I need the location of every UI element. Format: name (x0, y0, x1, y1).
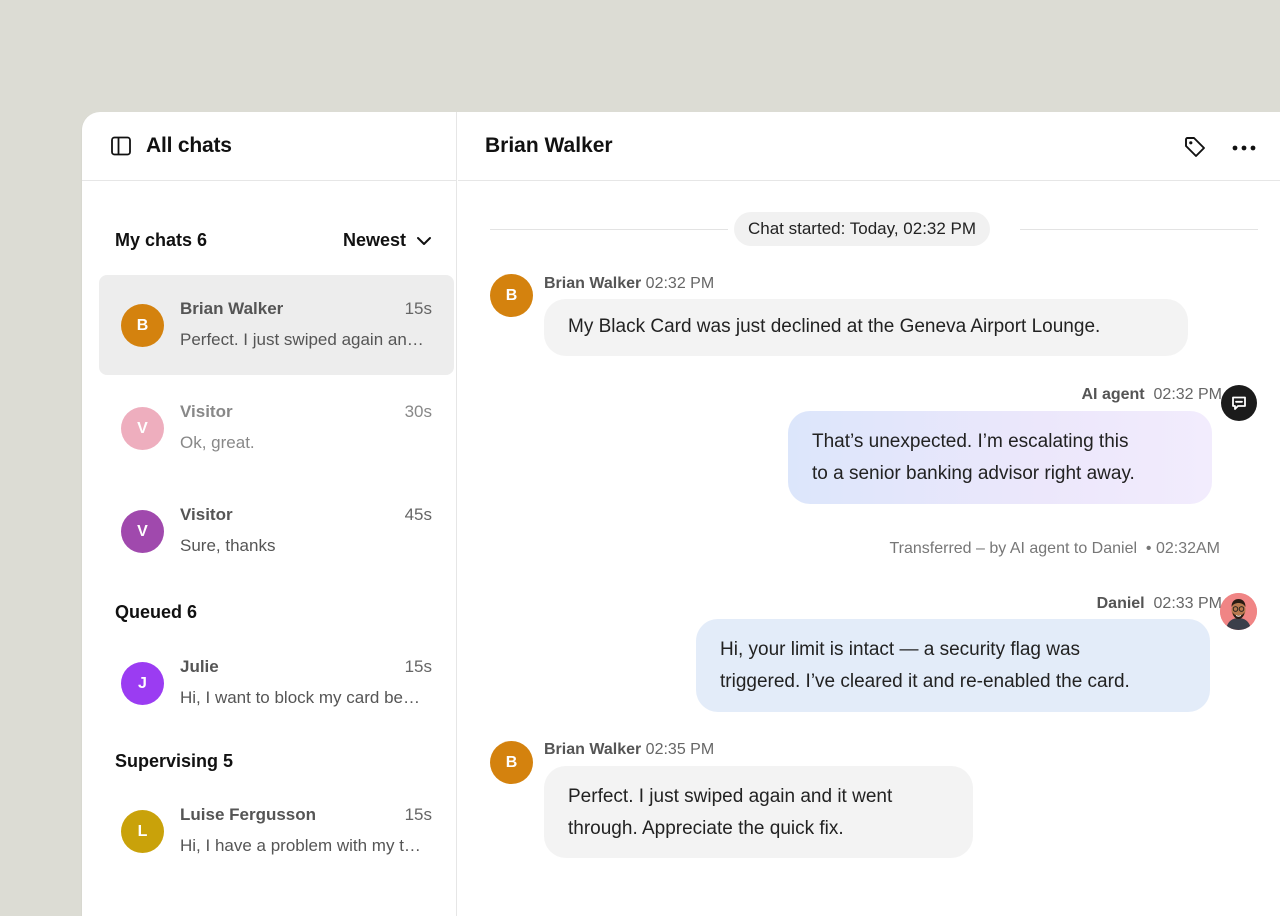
person-photo-icon (1220, 593, 1257, 630)
message-meta: Daniel 02:33 PM (1097, 595, 1222, 613)
ai-agent-avatar (1221, 385, 1257, 421)
divider-left (490, 229, 728, 230)
chat-list-item[interactable]: V Visitor 30s Ok, great. (99, 378, 454, 478)
sort-dropdown[interactable]: Newest (343, 230, 432, 251)
chat-time: 45s (404, 505, 432, 524)
message-line: triggered. I’ve cleared it and re-enable… (720, 671, 1130, 692)
chat-list-item[interactable]: V Visitor 45s Sure, thanks (99, 481, 454, 581)
message-bubble: Hi, your limit is intact — a security fl… (696, 619, 1210, 712)
chat-list-sidebar: All chats My chats 6 Newest B Brian Walk… (82, 112, 457, 916)
message-meta: AI agent 02:32 PM (1082, 386, 1223, 404)
avatar: B (490, 741, 533, 784)
chat-name: Visitor (180, 505, 233, 524)
ai-chat-icon (1232, 396, 1246, 410)
avatar: L (121, 810, 164, 853)
chat-list-item[interactable]: B Brian Walker 15s Perfect. I just swipe… (99, 275, 454, 375)
chat-list-item[interactable]: J Julie 15s Hi, I want to block my card … (99, 633, 454, 733)
message-sender: Brian Walker (544, 275, 642, 292)
chat-list-item[interactable]: L Luise Fergusson 15s Hi, I have a probl… (99, 781, 454, 881)
message-line: Hi, your limit is intact — a security fl… (720, 639, 1081, 660)
chat-app-window: All chats My chats 6 Newest B Brian Walk… (82, 112, 1280, 916)
message-bubble: Perfect. I just swiped again and it went… (544, 766, 973, 858)
avatar: B (490, 274, 533, 317)
tag-icon[interactable] (1183, 135, 1207, 159)
chat-time: 15s (404, 299, 432, 318)
chat-preview: Hi, I have a problem with my transfer (180, 836, 425, 855)
message-sender: Brian Walker (544, 741, 642, 758)
message-line: to a senior banking advisor right away. (812, 463, 1135, 484)
message-sender: Daniel (1096, 595, 1145, 612)
chat-preview: Ok, great. (180, 433, 255, 452)
message-bubble: My Black Card was just declined at the G… (544, 299, 1188, 356)
avatar: V (121, 407, 164, 450)
chat-name: Luise Fergusson (180, 805, 317, 824)
divider-right (1020, 229, 1258, 230)
avatar: V (121, 510, 164, 553)
conversation-title: Brian Walker (485, 134, 613, 157)
chat-preview: Hi, I want to block my card because I lo… (180, 688, 425, 707)
conversation-panel: Brian Walker Chat started: Today, 02:32 … (458, 112, 1280, 916)
transfer-text: Transferred – by AI agent to Daniel (889, 540, 1138, 557)
message-meta: Brian Walker 02:35 PM (544, 741, 714, 759)
chat-started-pill: Chat started: Today, 02:32 PM (734, 212, 991, 246)
conversation-header: Brian Walker (458, 112, 1280, 181)
message-line: Perfect. I just swiped again and it went (568, 786, 893, 807)
agent-avatar (1220, 593, 1257, 630)
chat-preview: Sure, thanks (180, 536, 276, 555)
chat-name: Julie (180, 657, 219, 676)
message-line: through. Appreciate the quick fix. (568, 818, 844, 839)
chat-time: 30s (404, 402, 432, 421)
message-time: 02:32 PM (1153, 386, 1222, 403)
message-bubble: That’s unexpected. I’m escalating this t… (788, 411, 1212, 504)
section-queued: Queued 6 (115, 602, 198, 622)
transfer-note: Transferred – by AI agent to Daniel • 02… (889, 540, 1220, 558)
transfer-time: • 02:32AM (1145, 540, 1220, 557)
message-meta: Brian Walker 02:32 PM (544, 275, 714, 293)
sidebar-panel-icon[interactable] (110, 135, 132, 157)
avatar: B (121, 304, 164, 347)
sort-label: Newest (342, 230, 406, 250)
chat-name: Visitor (180, 402, 233, 421)
message-time: 02:32 PM (645, 275, 715, 292)
sidebar-title: All chats (146, 134, 232, 157)
more-horizontal-icon[interactable] (1232, 145, 1256, 151)
avatar: J (121, 662, 164, 705)
section-supervising: Supervising 5 (115, 751, 234, 771)
message-time: 02:33 PM (1153, 595, 1222, 612)
message-line: That’s unexpected. I’m escalating this (812, 431, 1129, 452)
sidebar-header: All chats (82, 112, 456, 181)
section-my-chats: My chats 6 (115, 230, 208, 250)
message-time: 02:35 PM (645, 741, 715, 758)
chat-time: 15s (404, 657, 432, 676)
chat-preview: Perfect. I just swiped again and it went… (180, 330, 425, 349)
message-sender: AI agent (1081, 386, 1145, 403)
chat-time: 15s (404, 805, 432, 824)
chat-name: Brian Walker (180, 299, 284, 318)
chevron-down-icon (417, 236, 431, 245)
